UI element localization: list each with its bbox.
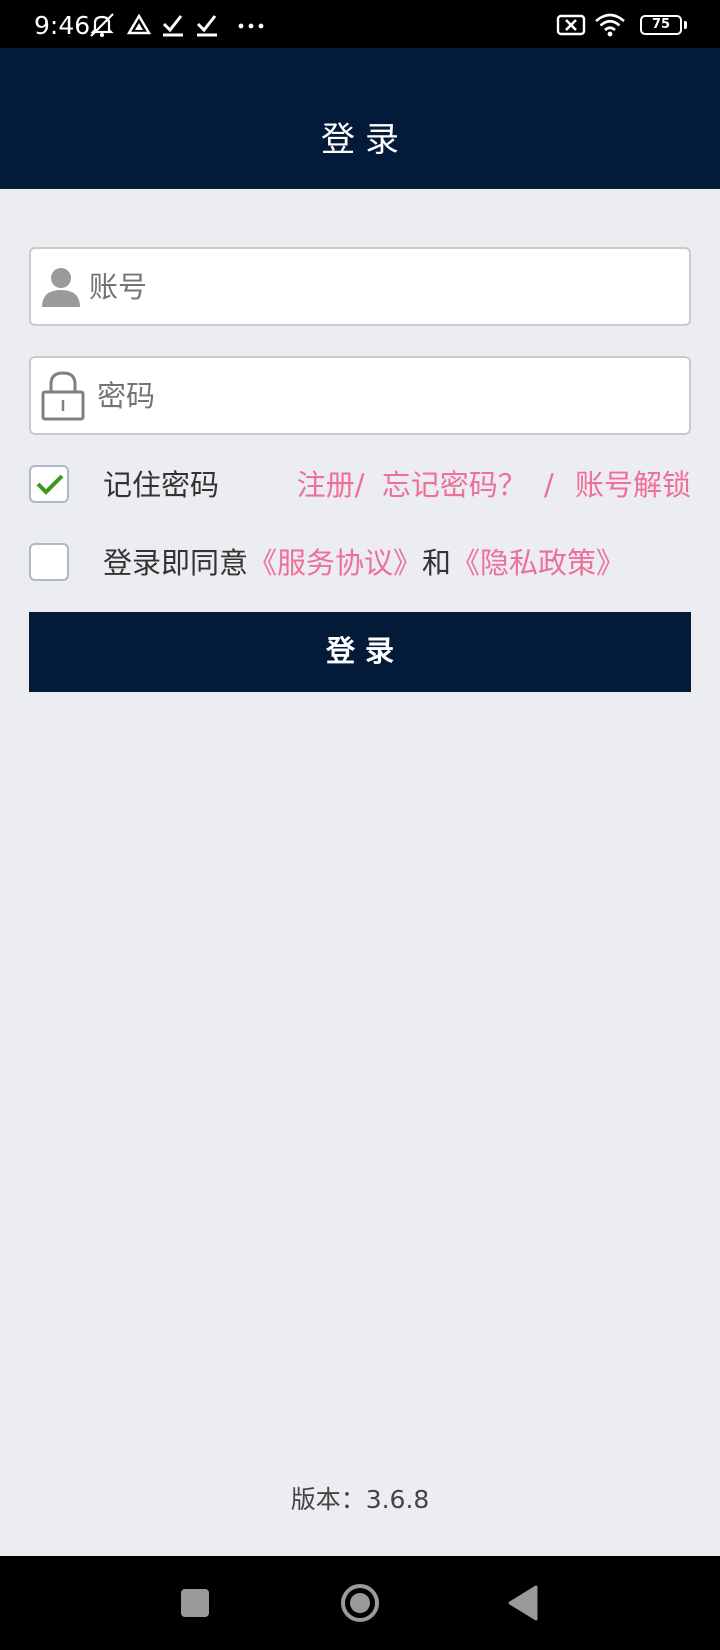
login-screen: 9:46 75 登录 账号 密码 记住密码 注册/ 忘记密码？ / 账号解锁 登… [0, 0, 720, 1650]
login-button[interactable]: 登录 [29, 612, 691, 692]
agreement-prefix: 登录即同意 [103, 546, 249, 580]
page-title: 登录 [321, 120, 409, 160]
recent-apps-button[interactable] [181, 1589, 209, 1621]
register-link[interactable]: 注册/ [297, 468, 365, 502]
no-sim-icon [556, 12, 586, 42]
remember-password-checkbox[interactable] [29, 465, 69, 503]
agreement-checkbox[interactable] [29, 543, 69, 581]
agreement-and: 和 [422, 546, 452, 580]
unlock-account-link[interactable]: 账号解锁 [575, 468, 691, 502]
back-button[interactable] [508, 1585, 538, 1625]
user-icon [39, 265, 83, 313]
password-input[interactable]: 密码 [29, 356, 691, 435]
account-links: 注册/ 忘记密码？ / 账号解锁 [297, 465, 691, 505]
navigation-bar [0, 1556, 720, 1650]
account-input[interactable]: 账号 [29, 247, 691, 326]
status-bar: 9:46 75 [0, 0, 720, 48]
app-header: 登录 [0, 48, 720, 189]
agreement-text: 登录即同意《服务协议》和《隐私政策》 [103, 543, 625, 583]
version-label: 版本：3.6.8 [290, 1485, 430, 1514]
service-agreement-link[interactable]: 《服务协议》 [248, 546, 422, 580]
account-placeholder: 账号 [89, 270, 148, 304]
battery-icon: 75 [640, 15, 687, 35]
home-button[interactable] [340, 1583, 380, 1627]
lock-icon [40, 370, 86, 426]
forgot-password-link[interactable]: 忘记密码？ [382, 468, 527, 502]
wifi-icon [594, 12, 626, 42]
mute-icon [88, 12, 116, 42]
more-dots-icon [237, 12, 265, 42]
check-icon [196, 12, 218, 42]
check-icon [162, 12, 184, 42]
status-time: 9:46 [34, 11, 91, 40]
drive-icon [126, 12, 152, 42]
links-separator: / [543, 468, 554, 502]
privacy-policy-link[interactable]: 《隐私政策》 [451, 546, 625, 580]
password-placeholder: 密码 [97, 379, 156, 413]
check-mark-icon [36, 474, 64, 495]
remember-password-label: 记住密码 [103, 468, 220, 502]
